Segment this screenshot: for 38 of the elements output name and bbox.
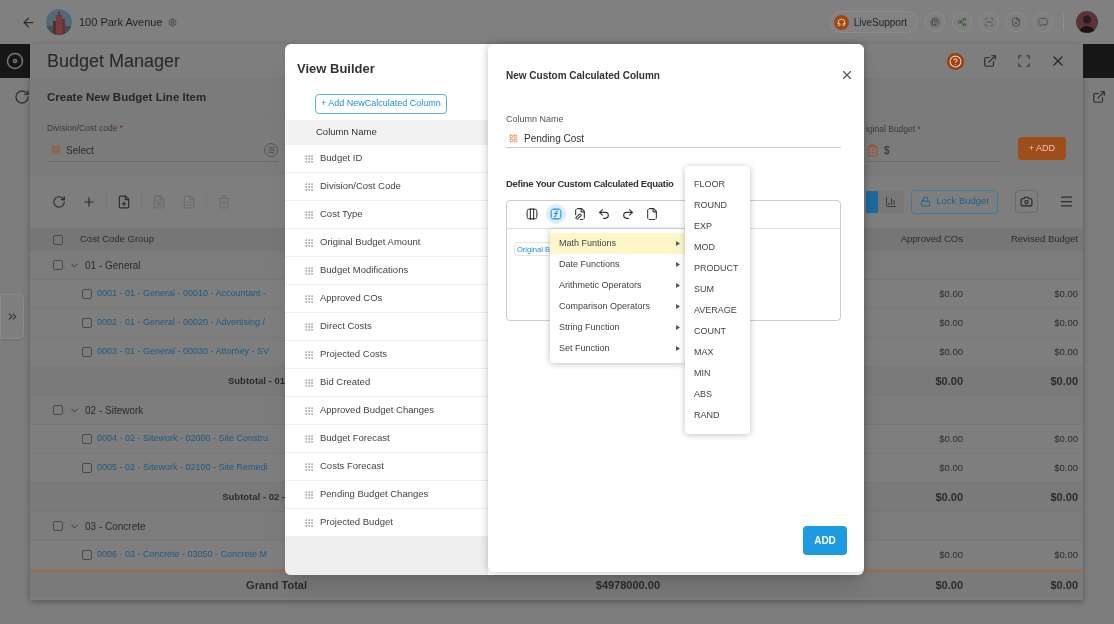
form-title: Create New Budget Line Item	[47, 89, 207, 105]
table-cell-text: $0.00	[1050, 577, 1078, 593]
field-label: Column Name	[506, 113, 565, 126]
subtotal-label: Subtotal - 02 -	[222, 489, 285, 504]
column-header: Cost Code Group	[80, 232, 154, 247]
grand-total-label: Grand Total	[246, 577, 307, 593]
table-cell-text: $0.00	[939, 315, 963, 330]
table-cell-text: $0.00	[939, 460, 963, 475]
equation-label: Define Your Custom Calculated Equatio	[506, 176, 674, 191]
column-header: Approved COs	[900, 232, 963, 247]
group-label: 03 - Concrete	[85, 519, 146, 534]
field-label: Division/Cost code	[47, 122, 118, 135]
table-cell-text: $0.00	[935, 577, 963, 593]
table-cell-text: $0.00	[1054, 547, 1078, 562]
group-label: 02 - Sitework	[85, 403, 144, 418]
table-cell-text: $4978000.00	[595, 577, 660, 593]
table-cell-text: $0.00	[1054, 286, 1078, 301]
table-cell-text: $0.00	[1050, 489, 1078, 505]
required-mark: *	[917, 123, 921, 136]
table-cell-text: $0.00	[939, 344, 963, 359]
column-header: Revised Budget	[1010, 232, 1078, 247]
table-cell-text: $0.00	[1050, 373, 1078, 389]
table-cell-text: $0.00	[1054, 431, 1078, 446]
table-cell-text: $0.00	[1054, 460, 1078, 475]
table-cell-text: $0.00	[939, 431, 963, 446]
table-cell-text: $0.00	[1054, 315, 1078, 330]
dialog-title: View Builder	[297, 61, 376, 77]
dialog-title: New Custom Calculated Column	[506, 68, 660, 83]
table-cell-text: $0.00	[939, 547, 963, 562]
table-cell-text: $0.00	[935, 489, 963, 505]
table-cell-text: $0.00	[935, 373, 963, 389]
table-cell-text: $0.00	[939, 286, 963, 301]
required-mark: *	[119, 122, 123, 135]
column-header: Column Name	[316, 125, 377, 140]
panel-title: Budget Manager	[47, 49, 181, 73]
group-label: 01 - General	[85, 258, 141, 273]
table-cell-text: $0.00	[1054, 344, 1078, 359]
subtotal-label: Subtotal - 01	[228, 373, 285, 388]
